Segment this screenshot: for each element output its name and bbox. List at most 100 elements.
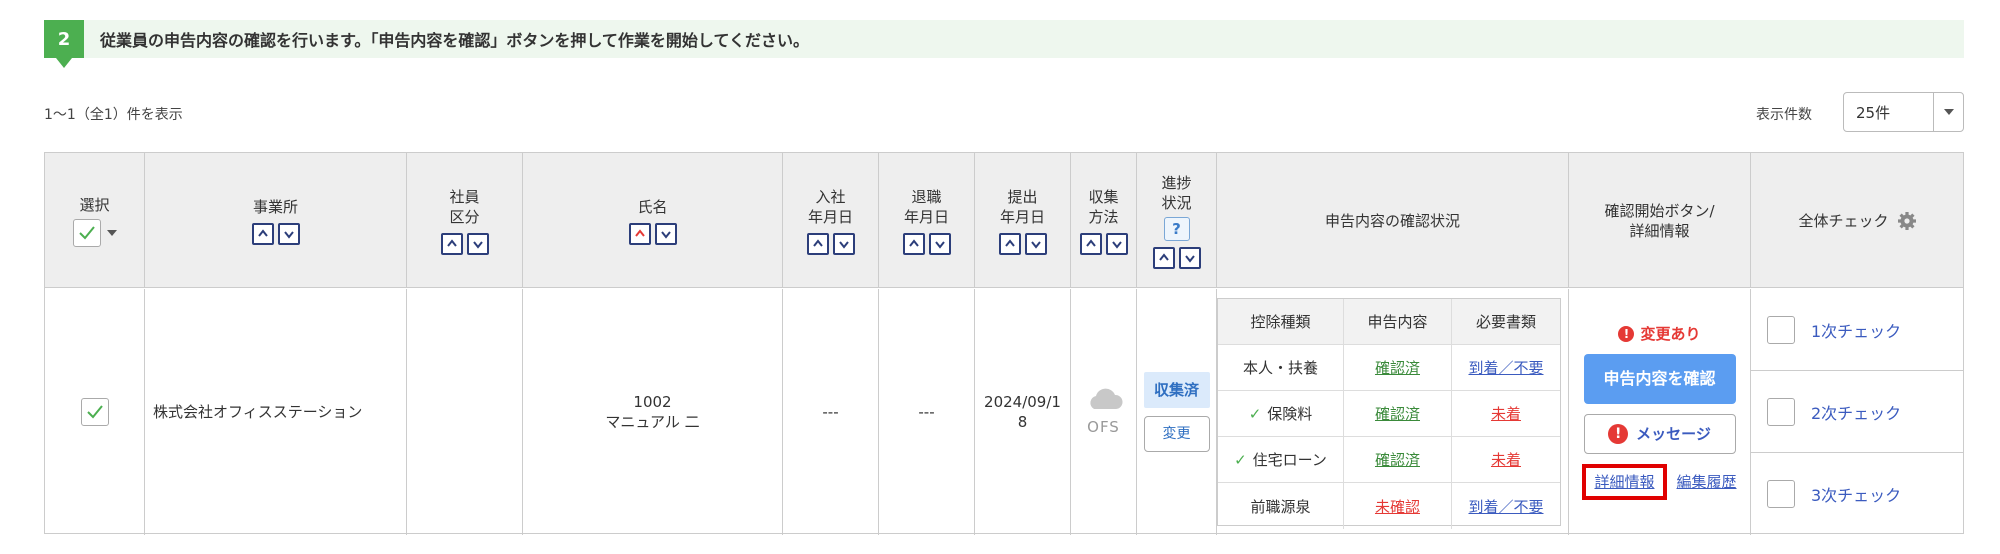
third-check-checkbox[interactable]	[1767, 480, 1795, 508]
sort-desc-progress-button[interactable]	[1178, 246, 1201, 269]
chevron-up-icon	[634, 228, 645, 237]
sort-asc-submit-button[interactable]	[998, 232, 1021, 255]
sort-asc-join-button[interactable]	[806, 232, 829, 255]
header-name: 氏名	[523, 153, 783, 288]
deduction-content-cell: 確認済	[1344, 345, 1452, 390]
third-check-label[interactable]: 3次チェック	[1811, 482, 1901, 506]
help-icon[interactable]: ?	[1163, 216, 1190, 241]
alert-icon: !	[1618, 326, 1635, 342]
sort-asc-office-button[interactable]	[251, 222, 274, 245]
deduction-content-link[interactable]: 未確認	[1375, 496, 1420, 517]
header-start-line2: 詳細情報	[1629, 221, 1690, 240]
sort-desc-emp-type-button[interactable]	[466, 232, 489, 255]
sort-desc-name-button[interactable]	[654, 222, 677, 245]
deduction-docs-cell: 到着／不要	[1452, 483, 1560, 529]
chevron-down-icon[interactable]	[1933, 93, 1963, 131]
deduction-type-label: 保険料	[1267, 405, 1313, 423]
deduction-header-type: 控除種類	[1218, 299, 1344, 344]
per-page-value: 25件	[1856, 103, 1891, 122]
first-check-label[interactable]: 1次チェック	[1811, 318, 1901, 342]
header-status: 申告内容の確認状況	[1217, 153, 1569, 288]
detail-highlight-box: 詳細情報	[1582, 464, 1667, 500]
per-page-select[interactable]: 25件	[1843, 92, 1964, 132]
row-name-cell: 1002 マニュアル 二	[523, 289, 783, 535]
chevron-down-icon	[934, 240, 945, 249]
header-submit-date: 提出 年月日	[975, 153, 1071, 288]
deduction-content-cell: 確認済	[1344, 391, 1452, 436]
deduction-type-label: 前職源泉	[1250, 497, 1311, 516]
change-button[interactable]: 変更	[1143, 416, 1210, 452]
progress-badge: 収集済	[1143, 372, 1210, 408]
second-check-checkbox[interactable]	[1767, 397, 1795, 426]
chevron-down-icon	[1111, 240, 1122, 249]
header-leave-line2: 年月日	[903, 207, 949, 226]
header-join-line2: 年月日	[807, 207, 853, 226]
edit-history-link[interactable]: 編集履歴	[1677, 472, 1737, 492]
header-emp-type-line2: 区分	[449, 207, 480, 226]
row-join-date: ---	[822, 403, 839, 421]
header-start-line1: 確認開始ボタン/	[1604, 201, 1715, 220]
header-collect-line2: 方法	[1088, 207, 1119, 226]
deduction-docs-cell: 未着	[1452, 391, 1560, 436]
second-check-label[interactable]: 2次チェック	[1811, 400, 1901, 424]
step-banner: 2 従業員の申告内容の確認を行います。「申告内容を確認」ボタンを押して作業を開始…	[44, 20, 1964, 68]
sort-desc-office-button[interactable]	[277, 222, 300, 245]
deduction-docs-link[interactable]: 未着	[1491, 449, 1521, 470]
select-all-checkbox[interactable]	[72, 218, 101, 247]
chevron-up-icon	[1158, 252, 1169, 261]
chevron-up-icon	[1085, 238, 1096, 247]
deduction-content-link[interactable]: 確認済	[1375, 357, 1420, 378]
step-instruction: 従業員の申告内容の確認を行います。「申告内容を確認」ボタンを押して作業を開始して…	[100, 31, 809, 50]
header-all-check-label: 全体チェック	[1798, 211, 1889, 230]
sort-asc-name-button[interactable]	[628, 222, 651, 245]
chevron-up-icon	[257, 228, 268, 237]
result-count: 1～1（全1）件を表示	[44, 107, 183, 123]
sort-desc-collect-button[interactable]	[1105, 232, 1128, 255]
third-check-row: 3次チェック	[1751, 453, 1964, 535]
deduction-docs-link[interactable]: 到着／不要	[1468, 496, 1543, 517]
chevron-up-icon	[1004, 238, 1015, 247]
deduction-docs-link[interactable]: 未着	[1491, 403, 1521, 424]
sort-desc-leave-button[interactable]	[928, 232, 951, 255]
sort-desc-join-button[interactable]	[832, 232, 855, 255]
header-progress: 進捗 状況 ?	[1137, 153, 1217, 288]
first-check-row: 1次チェック	[1751, 289, 1964, 371]
deduction-header-docs: 必要書類	[1475, 313, 1536, 331]
deduction-type: ✓ 保険料	[1218, 391, 1344, 436]
row-submit-date-line1: 2024/09/1	[984, 393, 1061, 411]
sort-asc-emp-type-button[interactable]	[440, 232, 463, 255]
cloud-icon	[1089, 388, 1123, 409]
detail-info-link[interactable]: 詳細情報	[1594, 473, 1654, 491]
header-office: 事業所	[145, 153, 407, 288]
sort-asc-progress-button[interactable]	[1152, 246, 1175, 269]
header-all-check: 全体チェック	[1751, 153, 1964, 288]
deduction-docs-cell: 到着／不要	[1452, 345, 1560, 390]
row-select-checkbox[interactable]	[80, 398, 109, 426]
check-icon: ✓	[1248, 404, 1262, 423]
deduction-content-cell: 未確認	[1344, 483, 1452, 529]
deduction-row: 前職源泉 未確認 到着／不要	[1218, 483, 1560, 529]
message-button[interactable]: ! メッセージ	[1583, 414, 1736, 454]
header-submit-line2: 年月日	[999, 207, 1045, 226]
select-menu-caret-icon[interactable]	[106, 229, 117, 236]
chevron-down-icon	[472, 240, 483, 249]
header-office-label: 事業所	[252, 197, 298, 216]
header-collect-line1: 収集	[1088, 187, 1119, 206]
deduction-content-link[interactable]: 確認済	[1375, 403, 1420, 424]
sort-asc-collect-button[interactable]	[1079, 232, 1102, 255]
gear-icon[interactable]	[1897, 211, 1917, 231]
deduction-docs-link[interactable]: 到着／不要	[1468, 357, 1543, 378]
deduction-type: ✓ 住宅ローン	[1218, 437, 1344, 482]
first-check-checkbox[interactable]	[1767, 315, 1795, 344]
header-emp-type-line1: 社員	[449, 187, 480, 206]
confirm-declaration-button[interactable]: 申告内容を確認	[1583, 354, 1736, 404]
deduction-content-link[interactable]: 確認済	[1375, 449, 1420, 470]
deduction-type: 本人・扶養	[1218, 345, 1344, 390]
header-progress-line1: 進捗	[1161, 173, 1192, 192]
message-button-label: メッセージ	[1636, 425, 1711, 443]
sort-asc-leave-button[interactable]	[902, 232, 925, 255]
second-check-row: 2次チェック	[1751, 371, 1964, 453]
deduction-docs-cell: 未着	[1452, 437, 1560, 482]
chevron-down-icon	[660, 230, 671, 239]
sort-desc-submit-button[interactable]	[1024, 232, 1047, 255]
